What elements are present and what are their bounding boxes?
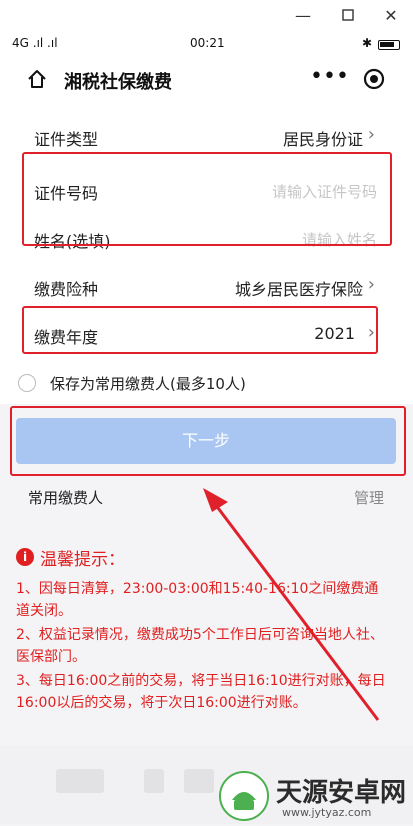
tips-title: 温馨提示： [40,550,125,570]
watermark-url: www.jytyaz.com [282,806,372,819]
tips-section: i 温馨提示： 1、因每日清算，23:00-03:00和15:40-16:10之… [0,540,413,745]
blurred-item [144,769,164,793]
tip-item-1: 1、因每日清算，23:00-03:00和15:40-16:10之间缴费通道关闭。 [16,581,379,619]
tip-item-2: 2、权益记录情况，缴费成功5个工作日后可咨询当地人社、医保部门。 [16,627,384,665]
info-icon: i [16,548,34,566]
tip-item-3: 3、每日16:00之前的交易，将于当日16:10进行对账，每日16:00以后的交… [16,673,386,711]
watermark-title: 天源安卓网 [276,778,407,808]
watermark-logo [218,770,270,822]
blurred-item [184,769,214,793]
blurred-item [56,769,104,793]
